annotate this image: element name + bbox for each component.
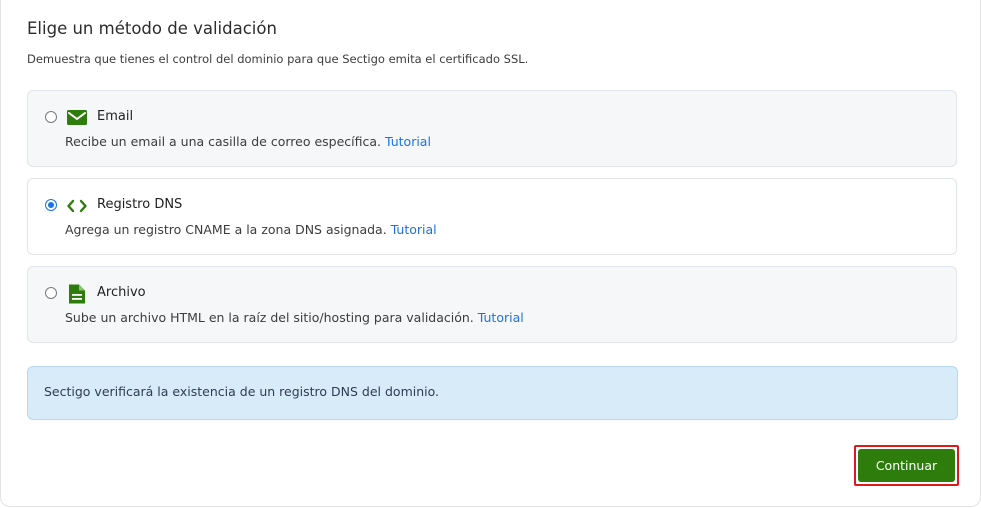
page-subtitle: Demuestra que tienes el control del domi… — [27, 52, 529, 66]
option-file-label: Archivo — [97, 285, 146, 300]
info-alert-text: Sectigo verificará la existencia de un r… — [44, 384, 440, 399]
option-email-description-text: Recibe un email a una casilla de correo … — [65, 134, 381, 149]
email-tutorial-link[interactable]: Tutorial — [385, 134, 431, 149]
page-title: Elige un método de validación — [27, 19, 277, 38]
dns-radio[interactable] — [45, 199, 57, 211]
email-radio[interactable] — [45, 111, 57, 123]
file-radio[interactable] — [45, 287, 57, 299]
option-dns-label: Registro DNS — [97, 197, 183, 212]
file-tutorial-link[interactable]: Tutorial — [478, 310, 524, 325]
option-email[interactable]: Email Recibe un email a una casilla de c… — [27, 90, 957, 167]
option-file-description: Sube un archivo HTML en la raíz del siti… — [65, 310, 524, 325]
continue-button-highlight: Continuar — [854, 445, 959, 486]
dns-tutorial-link[interactable]: Tutorial — [391, 222, 437, 237]
option-email-description: Recibe un email a una casilla de correo … — [65, 134, 431, 149]
option-dns-description: Agrega un registro CNAME a la zona DNS a… — [65, 222, 437, 237]
code-brackets-icon — [67, 199, 87, 213]
continue-button[interactable]: Continuar — [858, 449, 955, 482]
option-dns[interactable]: Registro DNS Agrega un registro CNAME a … — [27, 178, 957, 255]
envelope-icon — [67, 110, 87, 125]
option-file-description-text: Sube un archivo HTML en la raíz del siti… — [65, 310, 474, 325]
option-dns-description-text: Agrega un registro CNAME a la zona DNS a… — [65, 222, 387, 237]
option-email-label: Email — [97, 109, 134, 124]
document-icon — [69, 284, 85, 304]
option-file[interactable]: Archivo Sube un archivo HTML en la raíz … — [27, 266, 957, 343]
validation-card: Elige un método de validación Demuestra … — [0, 0, 981, 507]
info-alert: Sectigo verificará la existencia de un r… — [27, 366, 958, 420]
